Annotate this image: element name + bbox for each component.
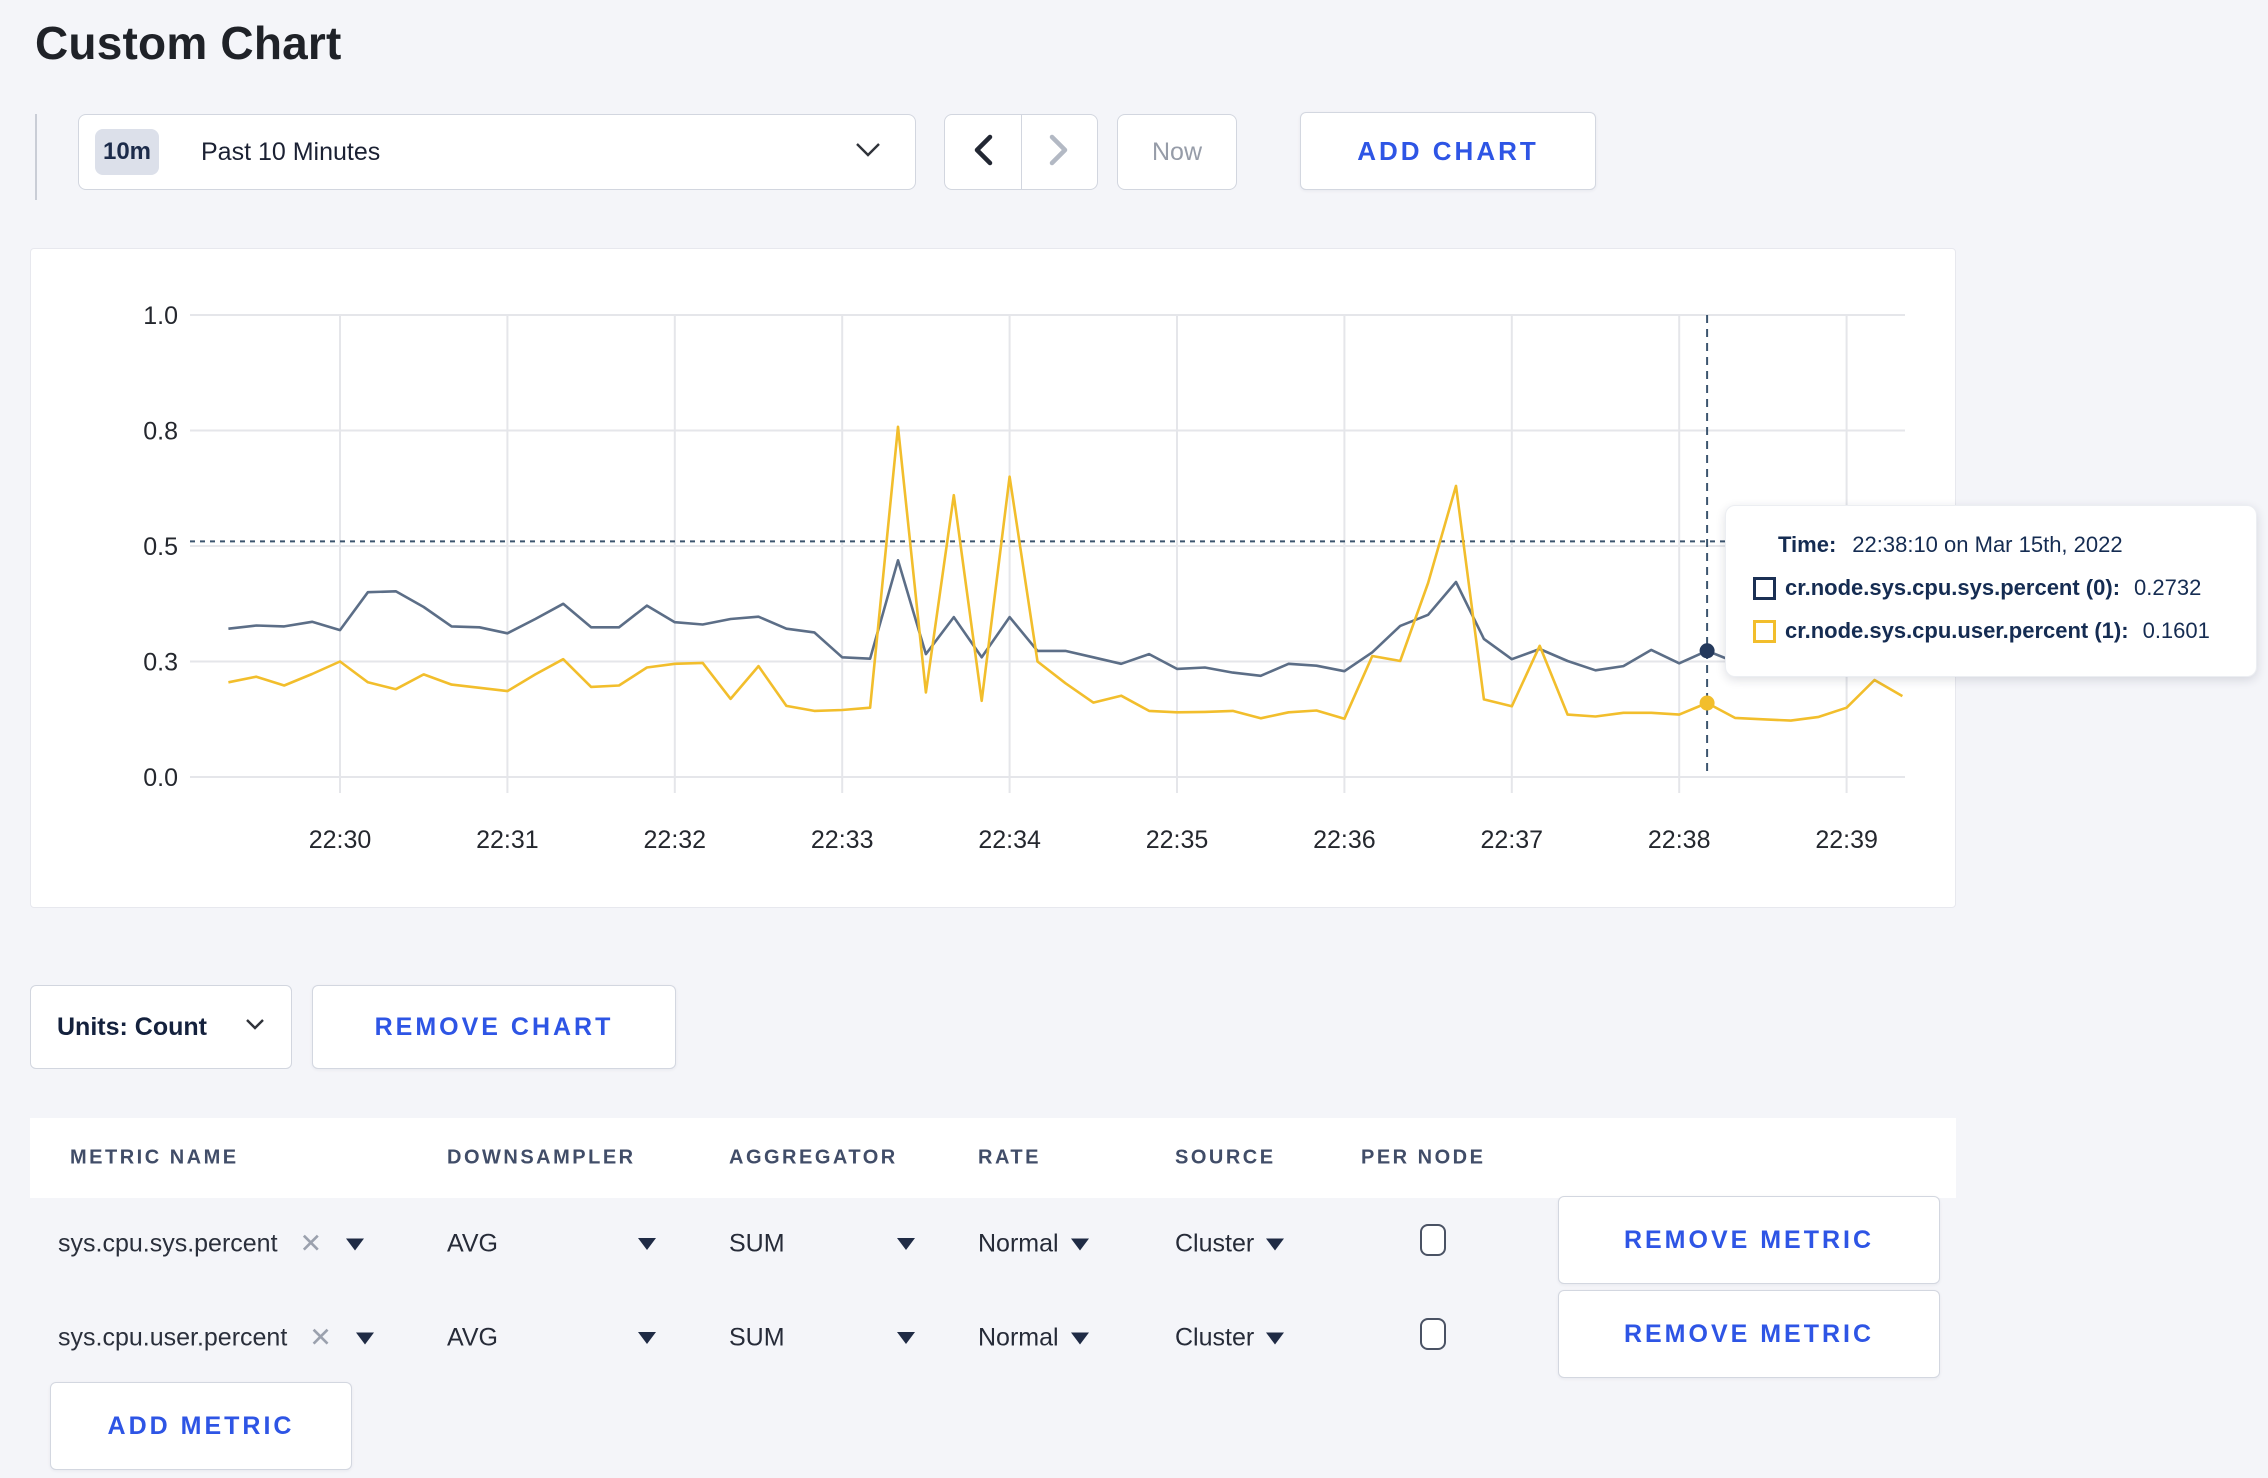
x-axis-tick-label: 22:36: [1313, 826, 1376, 854]
now-button[interactable]: Now: [1117, 114, 1237, 190]
caret-down-icon: [1266, 1332, 1285, 1344]
aggregator-value: SUM: [729, 1229, 785, 1258]
downsampler-value: AVG: [447, 1323, 498, 1352]
aggregator-value: SUM: [729, 1323, 785, 1352]
source-value: Cluster: [1175, 1323, 1255, 1352]
timeseries-chart[interactable]: 0.0 0.3 0.5 0.8 1.0 22:30 22:31 22:32 22:33 22:34…: [30, 248, 1956, 908]
aggregator-select[interactable]: SUM: [729, 1230, 785, 1259]
metric-name-value: sys.cpu.sys.percent: [58, 1229, 278, 1258]
prev-range-button[interactable]: [945, 115, 1022, 189]
series-line-user: [228, 425, 1904, 722]
x-axis-tick-label: 22:34: [978, 826, 1041, 854]
source-select[interactable]: Cluster: [1175, 1323, 1285, 1353]
tooltip-sys-label: cr.node.sys.cpu.sys.percent (0):: [1785, 575, 2121, 600]
caret-down-icon: [897, 1332, 915, 1344]
tooltip-sys-value: 0.2732: [2134, 575, 2202, 600]
tooltip-time-label: Time:: [1778, 532, 1837, 557]
remove-metric-button[interactable]: REMOVE METRIC: [1558, 1196, 1940, 1284]
units-dropdown[interactable]: Units: Count: [30, 985, 292, 1069]
caret-down-icon: [638, 1332, 656, 1344]
page-title: Custom Chart: [35, 17, 342, 69]
x-axis-tick-label: 22:31: [476, 826, 539, 854]
caret-down-icon: [1266, 1238, 1285, 1250]
hover-point-user: [1699, 695, 1715, 711]
caret-down-icon[interactable]: [346, 1238, 365, 1250]
table-row: sys.cpu.sys.percent ✕ AVG SUM Normal Clu…: [30, 1196, 1956, 1292]
caret-down-icon: [638, 1238, 656, 1250]
next-range-button[interactable]: [1022, 115, 1098, 189]
time-range-label: Past 10 Minutes: [201, 137, 381, 166]
source-select[interactable]: Cluster: [1175, 1229, 1285, 1259]
caret-down-icon: [1070, 1238, 1089, 1250]
y-axis-tick-label: 0.0: [143, 764, 178, 792]
col-header-per-node: PER NODE: [1361, 1146, 1486, 1169]
custom-chart-page: Custom Chart 10m Past 10 Minutes Now ADD…: [0, 0, 2268, 1478]
x-axis-tick-label: 22:35: [1146, 826, 1209, 854]
metric-name-select[interactable]: sys.cpu.sys.percent ✕: [58, 1229, 365, 1259]
y-axis-tick-label: 1.0: [143, 302, 178, 330]
downsampler-caret[interactable]: [638, 1332, 656, 1344]
chevron-down-icon: [855, 142, 881, 163]
aggregator-caret[interactable]: [897, 1332, 915, 1344]
clear-metric-icon[interactable]: ✕: [300, 1230, 323, 1258]
add-chart-button[interactable]: ADD CHART: [1300, 112, 1596, 190]
table-row: sys.cpu.user.percent ✕ AVG SUM Normal Cl…: [30, 1290, 1956, 1386]
col-header-downsampler: DOWNSAMPLER: [447, 1146, 636, 1169]
metric-name-select[interactable]: sys.cpu.user.percent ✕: [58, 1324, 374, 1353]
col-header-source: SOURCE: [1175, 1146, 1276, 1169]
x-axis-tick-label: 22:39: [1815, 826, 1878, 854]
tooltip-time-value: 22:38:10 on Mar 15th, 2022: [1852, 532, 2123, 557]
time-range-dropdown[interactable]: 10m Past 10 Minutes: [78, 114, 916, 190]
downsampler-select[interactable]: AVG: [447, 1230, 498, 1259]
chevron-left-icon: [973, 134, 993, 171]
series-sys-legend-swatch-icon: [1753, 576, 1776, 600]
y-axis-tick-label: 0.8: [143, 418, 178, 446]
per-node-checkbox[interactable]: [1420, 1224, 1446, 1256]
tooltip-user-label: cr.node.sys.cpu.user.percent (1):: [1785, 618, 2129, 643]
rate-select[interactable]: Normal: [978, 1230, 1089, 1259]
rate-value: Normal: [978, 1323, 1059, 1352]
x-axis-tick-label: 22:38: [1648, 826, 1711, 854]
caret-down-icon: [1070, 1332, 1089, 1344]
rate-select[interactable]: Normal: [978, 1324, 1089, 1353]
aggregator-caret[interactable]: [897, 1238, 915, 1250]
chevron-down-icon: [245, 1018, 265, 1036]
col-header-aggregator: AGGREGATOR: [729, 1146, 898, 1169]
remove-metric-button[interactable]: REMOVE METRIC: [1558, 1290, 1940, 1378]
x-axis-tick-label: 22:37: [1481, 826, 1544, 854]
downsampler-select[interactable]: AVG: [447, 1324, 498, 1353]
x-axis-tick-label: 22:33: [811, 826, 874, 854]
time-range-badge: 10m: [95, 129, 159, 175]
downsampler-caret[interactable]: [638, 1238, 656, 1250]
source-value: Cluster: [1175, 1229, 1255, 1258]
toolbar-divider: [35, 114, 37, 200]
y-axis-tick-label: 0.5: [143, 533, 178, 561]
clear-metric-icon[interactable]: ✕: [309, 1324, 332, 1352]
metrics-table-header: METRIC NAME DOWNSAMPLER AGGREGATOR RATE …: [30, 1118, 1956, 1198]
col-header-rate: RATE: [978, 1146, 1041, 1169]
chart-hover-tooltip: Time: 22:38:10 on Mar 15th, 2022 cr.node…: [1725, 505, 2257, 677]
tooltip-user-value: 0.1601: [2142, 618, 2210, 643]
remove-chart-button[interactable]: REMOVE CHART: [312, 985, 676, 1069]
y-axis-tick-label: 0.3: [143, 649, 178, 677]
per-node-checkbox[interactable]: [1420, 1318, 1446, 1350]
chevron-right-icon: [1049, 134, 1069, 171]
add-metric-button[interactable]: ADD METRIC: [50, 1382, 352, 1470]
units-label: Units: Count: [57, 1012, 207, 1041]
metric-name-value: sys.cpu.user.percent: [58, 1323, 288, 1352]
x-axis-tick-label: 22:32: [644, 826, 707, 854]
x-axis-tick-label: 22:30: [309, 826, 372, 854]
time-nav-group: [944, 114, 1098, 190]
caret-down-icon: [897, 1238, 915, 1250]
caret-down-icon[interactable]: [355, 1332, 374, 1344]
col-header-metric-name: METRIC NAME: [70, 1146, 239, 1169]
rate-value: Normal: [978, 1229, 1059, 1258]
hover-point-sys: [1699, 643, 1715, 659]
aggregator-select[interactable]: SUM: [729, 1324, 785, 1353]
series-line-sys: [228, 558, 1903, 678]
series-user-legend-swatch-icon: [1753, 619, 1776, 643]
downsampler-value: AVG: [447, 1229, 498, 1258]
